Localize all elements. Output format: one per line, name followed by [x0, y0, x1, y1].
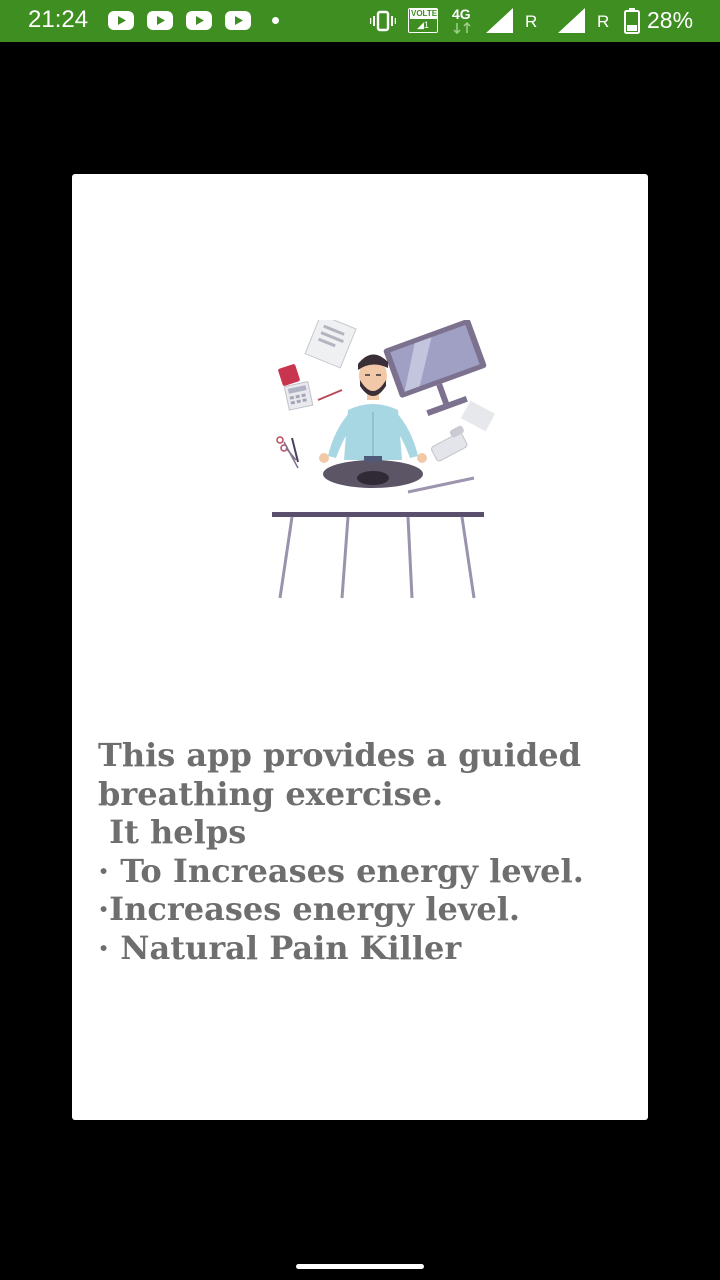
youtube-notification-icon [108, 11, 134, 30]
youtube-notification-icon [186, 11, 212, 30]
vibrate-icon [370, 10, 396, 32]
benefit-list-item: ·Increases energy level. [98, 890, 521, 928]
volte-label: VOLTE [410, 9, 439, 19]
benefit-list-item: · To Increases energy level. [98, 851, 584, 890]
description-line: It helps [98, 813, 247, 851]
info-dialog: This app provides a guided breathing exe… [72, 174, 648, 1120]
status-bar: 21:24 VOLTE ◢1 4G R R 28% [0, 0, 720, 42]
benefit-list-item: · Natural Pain Killer [98, 928, 462, 967]
more-notifications-dot-icon [272, 17, 279, 24]
app-description: This app provides a guided breathing exe… [98, 736, 638, 967]
description-line: This app provides a guided [98, 736, 582, 774]
volte-icon: VOLTE ◢1 [408, 8, 439, 33]
data-activity-arrows-icon [453, 22, 471, 34]
youtube-notification-icon [225, 11, 251, 30]
meditating-man-illustration [272, 320, 496, 599]
youtube-notification-icon [147, 11, 173, 30]
status-time: 21:24 [28, 6, 89, 33]
signal-strength-icon-sim1 [486, 8, 513, 33]
roaming-indicator-sim2: R [597, 12, 610, 31]
home-gesture-bar[interactable] [296, 1264, 424, 1269]
battery-icon [624, 8, 640, 34]
battery-percentage: 28% [647, 7, 694, 33]
roaming-indicator-sim1: R [525, 12, 538, 31]
signal-strength-icon-sim2 [558, 8, 585, 33]
description-line: breathing exercise. [98, 774, 444, 813]
network-type-label: 4G [452, 6, 471, 22]
